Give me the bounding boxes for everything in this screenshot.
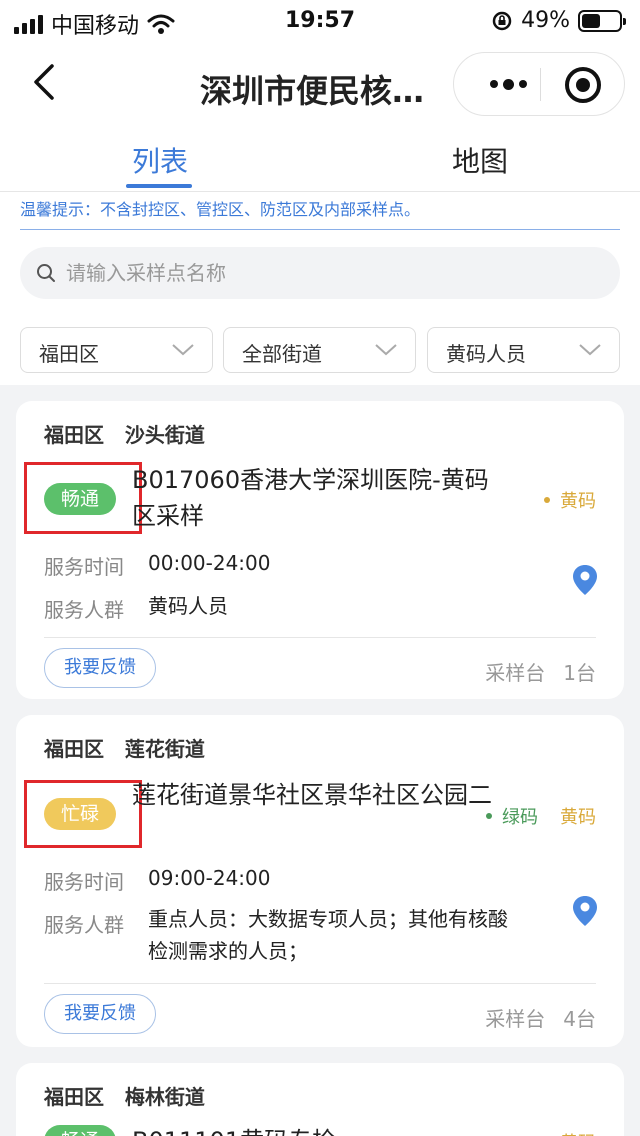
- tab-divider: [0, 191, 640, 192]
- card-district: 福田区: [44, 423, 104, 447]
- card-street: 梅林街道: [124, 1085, 205, 1109]
- back-icon[interactable]: [26, 62, 66, 102]
- close-miniprogram-icon[interactable]: [565, 67, 601, 103]
- nav-bar: 深圳市便民核…: [0, 48, 640, 118]
- sampling-station-count: 采样台 1台: [485, 661, 596, 685]
- street-dropdown-label: 全部街道: [242, 342, 322, 366]
- battery-icon: [578, 9, 626, 32]
- card-street: 莲花街道: [124, 737, 205, 761]
- service-crowd-value: 重点人员：大数据专项人员；其他有核酸检测需求的人员；: [148, 907, 508, 963]
- green-code-tag: 绿码: [486, 803, 538, 829]
- more-icon[interactable]: [478, 53, 538, 115]
- service-crowd-label: 服务人群: [44, 913, 124, 937]
- site-name: B011101黄码专检: [132, 1123, 512, 1136]
- yellow-code-tag: 黄码: [560, 1129, 596, 1136]
- code-tags: 黄码: [560, 1129, 596, 1136]
- service-time-value: 09:00-24:00: [148, 866, 271, 890]
- tab-list[interactable]: 列表: [132, 140, 188, 180]
- card-district: 福田区: [44, 1085, 104, 1109]
- capsule-divider: [540, 68, 541, 101]
- battery-percent: 49%: [521, 8, 570, 33]
- active-tab-indicator: [126, 184, 192, 188]
- tab-map[interactable]: 地图: [452, 140, 508, 180]
- yellow-code-tag: 黄码: [544, 487, 596, 513]
- feedback-button[interactable]: 我要反馈: [44, 648, 156, 688]
- card-divider: [44, 637, 596, 638]
- location-pin-icon[interactable]: [572, 564, 598, 596]
- tip-text: 温馨提示：不含封控区、管控区、防范区及内部采样点。: [20, 200, 421, 219]
- status-badge: 畅通: [44, 1125, 116, 1136]
- feedback-button[interactable]: 我要反馈: [44, 994, 156, 1034]
- district-dropdown[interactable]: 福田区: [20, 327, 213, 373]
- service-crowd-label: 服务人群: [44, 598, 124, 622]
- code-tags: 绿码 黄码: [486, 803, 596, 829]
- service-time-value: 00:00-24:00: [148, 551, 271, 575]
- status-bar: 中国移动 19:57 49%: [0, 0, 640, 42]
- sampling-station-count: 采样台 4台: [485, 1007, 596, 1031]
- site-name: 莲花街道景华社区景华社区公园二: [132, 781, 492, 809]
- card-street: 沙头街道: [124, 423, 205, 447]
- sampling-site-card[interactable]: 福田区 莲花街道 忙碌 莲花街道景华社区景华社区公园二 绿码 黄码 服务时间 0…: [16, 715, 624, 1047]
- search-icon: [37, 264, 55, 282]
- service-crowd-value: 黄码人员: [148, 594, 228, 618]
- location-pin-icon[interactable]: [572, 895, 598, 927]
- page-title: 深圳市便民核…: [200, 72, 425, 110]
- yellow-code-tag: 黄码: [560, 807, 596, 828]
- mini-program-capsule: [453, 52, 625, 116]
- search-bar[interactable]: [20, 247, 620, 299]
- site-name: B017060香港大学深圳医院-黄码区采样: [132, 466, 489, 530]
- card-location: 福田区 沙头街道: [44, 419, 205, 448]
- highlight-box: [24, 462, 142, 534]
- street-dropdown[interactable]: 全部街道: [223, 327, 416, 373]
- top-panel: 中国移动 19:57 49% 深圳市便民核… 列表 地图 温馨提示：不含封控区、…: [0, 0, 640, 385]
- service-time-label: 服务时间: [44, 870, 124, 894]
- rotation-lock-icon: [492, 11, 512, 30]
- crowd-dropdown[interactable]: 黄码人员: [427, 327, 620, 373]
- card-divider: [44, 983, 596, 984]
- chevron-down-icon: [172, 344, 194, 356]
- card-location: 福田区 梅林街道: [44, 1081, 205, 1110]
- chevron-down-icon: [579, 344, 601, 356]
- sampling-site-card[interactable]: 福田区 梅林街道 畅通 B011101黄码专检 黄码: [16, 1063, 624, 1136]
- chevron-down-icon: [375, 344, 397, 356]
- card-district: 福田区: [44, 737, 104, 761]
- district-dropdown-label: 福田区: [39, 342, 99, 366]
- service-time-label: 服务时间: [44, 555, 124, 579]
- card-location: 福田区 莲花街道: [44, 733, 205, 762]
- crowd-dropdown-label: 黄码人员: [446, 342, 526, 366]
- sampling-site-card[interactable]: 福田区 沙头街道 畅通 B017060香港大学深圳医院-黄码区采样 黄码 服务时…: [16, 401, 624, 699]
- code-tags: 黄码: [544, 487, 596, 513]
- search-input[interactable]: [66, 255, 586, 291]
- tip-divider: [20, 229, 620, 230]
- highlight-box: [24, 780, 142, 848]
